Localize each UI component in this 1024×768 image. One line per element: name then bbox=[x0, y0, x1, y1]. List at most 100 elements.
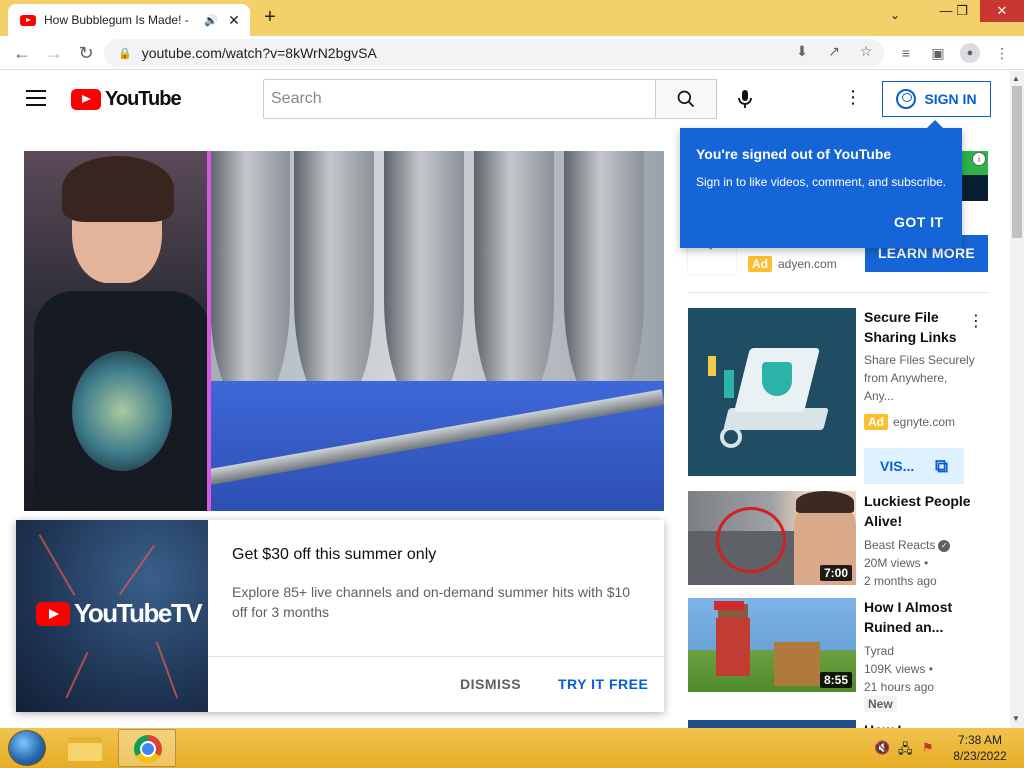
youtube-play-logo-icon bbox=[71, 89, 101, 110]
youtube-tv-promo: YouTubeTV Get $30 off this summer only E… bbox=[16, 520, 664, 712]
youtube-header: YouTube ⋮ SIGN IN bbox=[0, 71, 1010, 127]
egnyte-ad-thumbnail[interactable] bbox=[688, 308, 856, 476]
clock-time: 7:38 AM bbox=[957, 733, 1003, 747]
start-button-icon[interactable] bbox=[8, 730, 46, 766]
youtube-tv-logo: YouTubeTV bbox=[36, 598, 203, 629]
channel-name[interactable]: Tyrad bbox=[864, 642, 976, 660]
new-tab-button[interactable]: + bbox=[258, 6, 282, 29]
settings-menu-icon[interactable]: ⋮ bbox=[843, 87, 863, 111]
visit-site-button[interactable]: VIS... ⧉ bbox=[864, 448, 964, 484]
video-title[interactable]: How I... bbox=[864, 720, 924, 728]
install-app-icon[interactable]: ⬇ bbox=[792, 43, 812, 60]
media-controls-icon[interactable]: ≡ bbox=[896, 43, 916, 63]
external-link-icon: ⧉ bbox=[935, 455, 948, 476]
file-explorer-icon[interactable] bbox=[66, 733, 104, 763]
egnyte-ad-title[interactable]: Secure File Sharing Links bbox=[864, 307, 972, 347]
ad-badge: Ad bbox=[864, 414, 888, 430]
tab-title: How Bubblegum Is Made! - bbox=[44, 13, 189, 27]
video-frame-bottle bbox=[210, 151, 290, 411]
sign-in-label: SIGN IN bbox=[924, 91, 977, 107]
youtube-tv-logo-text: YouTubeTV bbox=[74, 598, 203, 628]
window-close-button[interactable]: ✕ bbox=[980, 0, 1024, 22]
network-icon[interactable]: 🖧 bbox=[898, 740, 913, 762]
browser-menu-icon[interactable]: ⋮ bbox=[992, 43, 1012, 63]
tooltip-description: Sign in to like videos, comment, and sub… bbox=[696, 175, 947, 189]
profile-avatar-icon[interactable]: ● bbox=[960, 43, 980, 63]
lock-icon[interactable]: 🔒 bbox=[118, 47, 132, 60]
egnyte-ad-meta: Ad egnyte.com bbox=[864, 414, 955, 430]
promo-divider bbox=[208, 656, 664, 657]
video-frame-bottle bbox=[474, 151, 554, 411]
search-input[interactable] bbox=[263, 79, 655, 119]
video-frame-presenter bbox=[24, 151, 211, 511]
search-icon bbox=[677, 90, 695, 108]
promo-headline: Get $30 off this summer only bbox=[232, 546, 437, 563]
os-taskbar: 🔇 🖧 ⚑ 7:38 AM 8/23/2022 bbox=[0, 728, 1024, 768]
video-duration: 7:00 bbox=[819, 565, 852, 581]
address-url[interactable]: youtube.com/watch?v=8kWrN2bgvSA bbox=[142, 45, 377, 61]
video-frame-bottle bbox=[384, 151, 464, 411]
try-it-free-button[interactable]: TRY IT FREE bbox=[558, 676, 648, 692]
volume-muted-icon[interactable]: 🔇 bbox=[874, 740, 890, 756]
scrollbar-thumb[interactable] bbox=[1012, 86, 1022, 238]
address-bar[interactable]: 🔒 youtube.com/watch?v=8kWrN2bgvSA bbox=[104, 39, 884, 67]
signed-out-tooltip: You're signed out of YouTube Sign in to … bbox=[680, 120, 962, 248]
verified-badge-icon: ✓ bbox=[938, 539, 951, 552]
chrome-icon bbox=[134, 735, 162, 763]
ad-info-icon[interactable]: i bbox=[972, 152, 986, 166]
browser-tab-strip: How Bubblegum Is Made! - 🔊 ✕ + ⌄ — ❐ ✕ bbox=[0, 0, 1024, 36]
scroll-down-arrow-icon[interactable]: ▼ bbox=[1012, 714, 1020, 723]
system-clock[interactable]: 7:38 AM 8/23/2022 bbox=[950, 732, 1010, 764]
youtube-logo[interactable]: YouTube bbox=[71, 88, 182, 111]
youtube-play-logo-icon bbox=[36, 601, 70, 626]
video-age: 21 hours ago bbox=[864, 680, 935, 694]
new-badge: New bbox=[864, 696, 897, 712]
egnyte-ad-menu-icon[interactable]: ⋮ bbox=[968, 311, 984, 331]
video-frame-bottle bbox=[564, 151, 644, 411]
chrome-taskbar-button[interactable] bbox=[118, 729, 176, 767]
video-views: 20M views • bbox=[864, 556, 929, 570]
visit-site-label: VIS... bbox=[880, 458, 915, 474]
browser-toolbar: ← → ↻ 🔒 youtube.com/watch?v=8kWrN2bgvSA … bbox=[0, 36, 1024, 70]
dismiss-button[interactable]: DISMISS bbox=[460, 676, 521, 692]
video-thumbnail[interactable]: 8:55 bbox=[688, 598, 856, 692]
video-duration: 8:55 bbox=[819, 672, 852, 688]
video-thumbnail[interactable]: 7:00 bbox=[688, 491, 856, 585]
window-maximize-button[interactable]: ❐ bbox=[944, 0, 980, 22]
sign-in-button[interactable]: SIGN IN bbox=[882, 81, 991, 117]
clock-date: 8/23/2022 bbox=[953, 749, 1007, 763]
sidebar-divider bbox=[688, 292, 988, 293]
tab-search-chevron-icon[interactable]: ⌄ bbox=[890, 8, 900, 22]
reload-button[interactable]: ↻ bbox=[74, 41, 98, 65]
video-views: 109K views • bbox=[864, 662, 933, 676]
scroll-up-arrow-icon[interactable]: ▲ bbox=[1012, 74, 1020, 83]
forward-button[interactable]: → bbox=[42, 41, 66, 65]
guide-menu-icon[interactable] bbox=[26, 90, 46, 106]
search-button[interactable] bbox=[655, 79, 717, 119]
browser-tab-active[interactable]: How Bubblegum Is Made! - 🔊 ✕ bbox=[8, 4, 250, 36]
promo-thumbnail: YouTubeTV bbox=[16, 520, 208, 712]
tab-close-icon[interactable]: ✕ bbox=[226, 12, 242, 29]
video-channel[interactable]: Beast Reacts ✓ bbox=[864, 536, 976, 554]
video-title[interactable]: How I Almost Ruined an... bbox=[864, 597, 972, 637]
tab-audio-icon[interactable]: 🔊 bbox=[204, 14, 218, 27]
back-button[interactable]: ← bbox=[10, 41, 34, 65]
side-panel-icon[interactable]: ▣ bbox=[928, 43, 948, 63]
video-title[interactable]: Luckiest People Alive! bbox=[864, 491, 972, 531]
ad-domain: egnyte.com bbox=[893, 415, 956, 429]
ad-domain: adyen.com bbox=[778, 257, 837, 271]
youtube-logo-text: YouTube bbox=[105, 88, 182, 110]
got-it-button[interactable]: GOT IT bbox=[894, 214, 944, 230]
microphone-icon bbox=[738, 90, 752, 108]
ad-banner-dark[interactable] bbox=[960, 175, 988, 201]
share-icon[interactable]: ↗ bbox=[824, 43, 844, 60]
youtube-favicon-icon bbox=[20, 14, 36, 26]
tooltip-title: You're signed out of YouTube bbox=[696, 146, 892, 162]
adyen-ad-meta: Ad adyen.com bbox=[748, 256, 837, 272]
channel-name[interactable]: Beast Reacts bbox=[864, 538, 935, 552]
voice-search-button[interactable] bbox=[729, 83, 761, 115]
video-thumbnail[interactable] bbox=[688, 720, 856, 728]
action-center-flag-icon[interactable]: ⚑ bbox=[922, 740, 934, 756]
video-player[interactable] bbox=[24, 151, 664, 511]
bookmark-star-icon[interactable]: ☆ bbox=[856, 43, 876, 60]
